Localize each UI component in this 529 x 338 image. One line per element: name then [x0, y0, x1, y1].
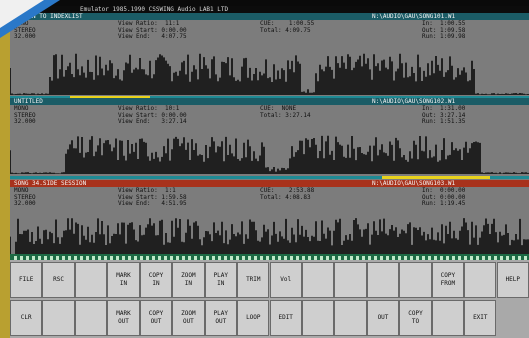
zoom-in-button[interactable]: ZOOM IN [172, 262, 205, 298]
play-in-button[interactable]: PLAY IN [204, 262, 237, 298]
yellow-bezel [0, 6, 10, 338]
play-out-button-label: PLAY OUT [213, 310, 229, 325]
empty-button-9[interactable] [301, 300, 335, 336]
view-info: View Ratio: 10:1 View Start: 0:00.00 Vie… [118, 105, 187, 125]
loop-button-label: LOOP [246, 314, 261, 321]
panel-header: RETURN TO INDEXLIST N:\AUDIO\GAU\SONG101… [10, 13, 529, 20]
vol-button[interactable]: Vol [269, 262, 302, 298]
rsc-button-label: RSC [53, 276, 64, 283]
sticker-corner-highlight [0, 0, 44, 28]
file-path: N:\AUDIO\GAU\SONG102.W1 [372, 98, 456, 105]
zoom-in-button-label: ZOOM IN [181, 272, 196, 287]
copy-to-button-label: COPY TO [408, 310, 423, 325]
mark-in-button[interactable]: MARK IN [107, 262, 140, 298]
audio-format: MONO STEREO 32.000 [14, 187, 36, 207]
total-info: CUE: 2:53.88 Total: 4:08.83 [260, 187, 315, 201]
marker-info: In: 0:00.00 Out: 0:00.00 Run: 1:19.45 [422, 187, 466, 207]
empty-button-6[interactable] [464, 262, 497, 298]
empty-button-10[interactable] [334, 300, 367, 336]
rsc-button[interactable]: RSC [42, 262, 75, 298]
empty-button-8[interactable] [74, 300, 108, 336]
marker-info: In: 1:31.00 Out: 3:27.14 Run: 1:51.35 [422, 105, 466, 125]
waveform[interactable] [10, 208, 529, 258]
play-out-button[interactable]: PLAY OUT [204, 300, 237, 336]
copy-in-button-label: COPY IN [148, 272, 164, 287]
panel-label: SONG 34.SIDE SESSION [14, 180, 87, 187]
copy-out-button[interactable]: COPY OUT [139, 300, 173, 336]
copy-from-button[interactable]: COPY FROM [431, 262, 465, 298]
empty-button-2[interactable] [301, 262, 335, 298]
file-path: N:\AUDIO\GAU\SONG103.W1 [372, 180, 456, 187]
waveform-path [10, 53, 529, 95]
help-button[interactable]: HELP [496, 262, 529, 298]
exit-button-label: EXIT [473, 314, 488, 321]
view-info: View Ratio: 11:1 View Start: 0:00.00 Vie… [118, 20, 187, 40]
view-info: View Ratio: 1:1 View Start: 1:59.58 View… [118, 187, 187, 207]
waveform[interactable] [10, 43, 529, 95]
file-path: N:\AUDIO\GAU\SONG101.W1 [372, 13, 456, 20]
panel-header: SONG 34.SIDE SESSION N:\AUDIO\GAU\SONG10… [10, 180, 529, 187]
edit-button[interactable]: EDIT [269, 300, 302, 336]
mark-out-button-label: MARK OUT [116, 310, 131, 325]
exit-button[interactable]: EXIT [464, 300, 497, 336]
total-info: CUE: 1:00.55 Total: 4:09.75 [260, 20, 315, 34]
copy-to-button[interactable]: COPY TO [399, 300, 432, 336]
zoom-out-button-label: ZOOM OUT [181, 310, 196, 325]
empty-button-4[interactable] [366, 262, 400, 298]
track-panel-2[interactable]: UNTITLED N:\AUDIO\GAU\SONG102.W1 MONO ST… [10, 98, 529, 180]
window-title: Emulator 1985.1990 CSSWING Audio LAB1 LT… [10, 6, 529, 13]
copy-in-button[interactable]: COPY IN [139, 262, 173, 298]
waveform[interactable] [10, 126, 529, 174]
marker-info: In: 1:00.55 Out: 1:09.58 Run: 1:09.98 [422, 20, 466, 40]
copy-from-button-label: COPY FROM [440, 272, 456, 287]
selection-bar [382, 176, 490, 179]
mark-out-button[interactable]: MARK OUT [107, 300, 140, 336]
total-info: CUE: NONE Total: 3:27.14 [260, 105, 311, 119]
edit-button-label: EDIT [278, 314, 293, 321]
play-in-button-label: PLAY IN [213, 272, 229, 287]
track-panel-1[interactable]: RETURN TO INDEXLIST N:\AUDIO\GAU\SONG101… [10, 13, 529, 103]
clr-button[interactable]: CLR [10, 300, 43, 336]
out-button[interactable]: OUT [366, 300, 400, 336]
copy-out-button-label: COPY OUT [148, 310, 164, 325]
empty-button-7[interactable] [42, 300, 75, 336]
waveform-path [10, 218, 529, 258]
empty-button-1[interactable] [74, 262, 108, 298]
empty-button-11[interactable] [431, 300, 465, 336]
file-button-label: FILE [18, 276, 34, 283]
function-key-grid: FILE RSC MARK IN COPY IN ZOOM IN PLAY IN TRIM V… [10, 260, 529, 338]
clr-button-label: CLR [20, 314, 32, 321]
file-button[interactable]: FILE [10, 262, 43, 298]
vol-button-label: Vol [280, 276, 292, 283]
mark-in-button-label: MARK IN [116, 272, 131, 287]
trim-button[interactable]: TRIM [237, 262, 270, 298]
zoom-out-button[interactable]: ZOOM OUT [172, 300, 205, 336]
help-button-label: HELP [505, 276, 521, 283]
loop-button[interactable]: LOOP [237, 300, 270, 336]
waveform-path [10, 135, 529, 174]
trim-button-label: TRIM [246, 276, 261, 283]
empty-button-3[interactable] [334, 262, 367, 298]
track-panel-3[interactable]: SONG 34.SIDE SESSION N:\AUDIO\GAU\SONG10… [10, 180, 529, 258]
empty-button-5[interactable] [399, 262, 432, 298]
out-button-label: OUT [377, 314, 389, 321]
editor-screen: Emulator 1985.1990 CSSWING Audio LAB1 LT… [10, 6, 529, 258]
panel-label: UNTITLED [14, 98, 43, 105]
panel-header: UNTITLED N:\AUDIO\GAU\SONG102.W1 [10, 98, 529, 105]
audio-format: MONO STEREO 32.000 [14, 105, 36, 125]
